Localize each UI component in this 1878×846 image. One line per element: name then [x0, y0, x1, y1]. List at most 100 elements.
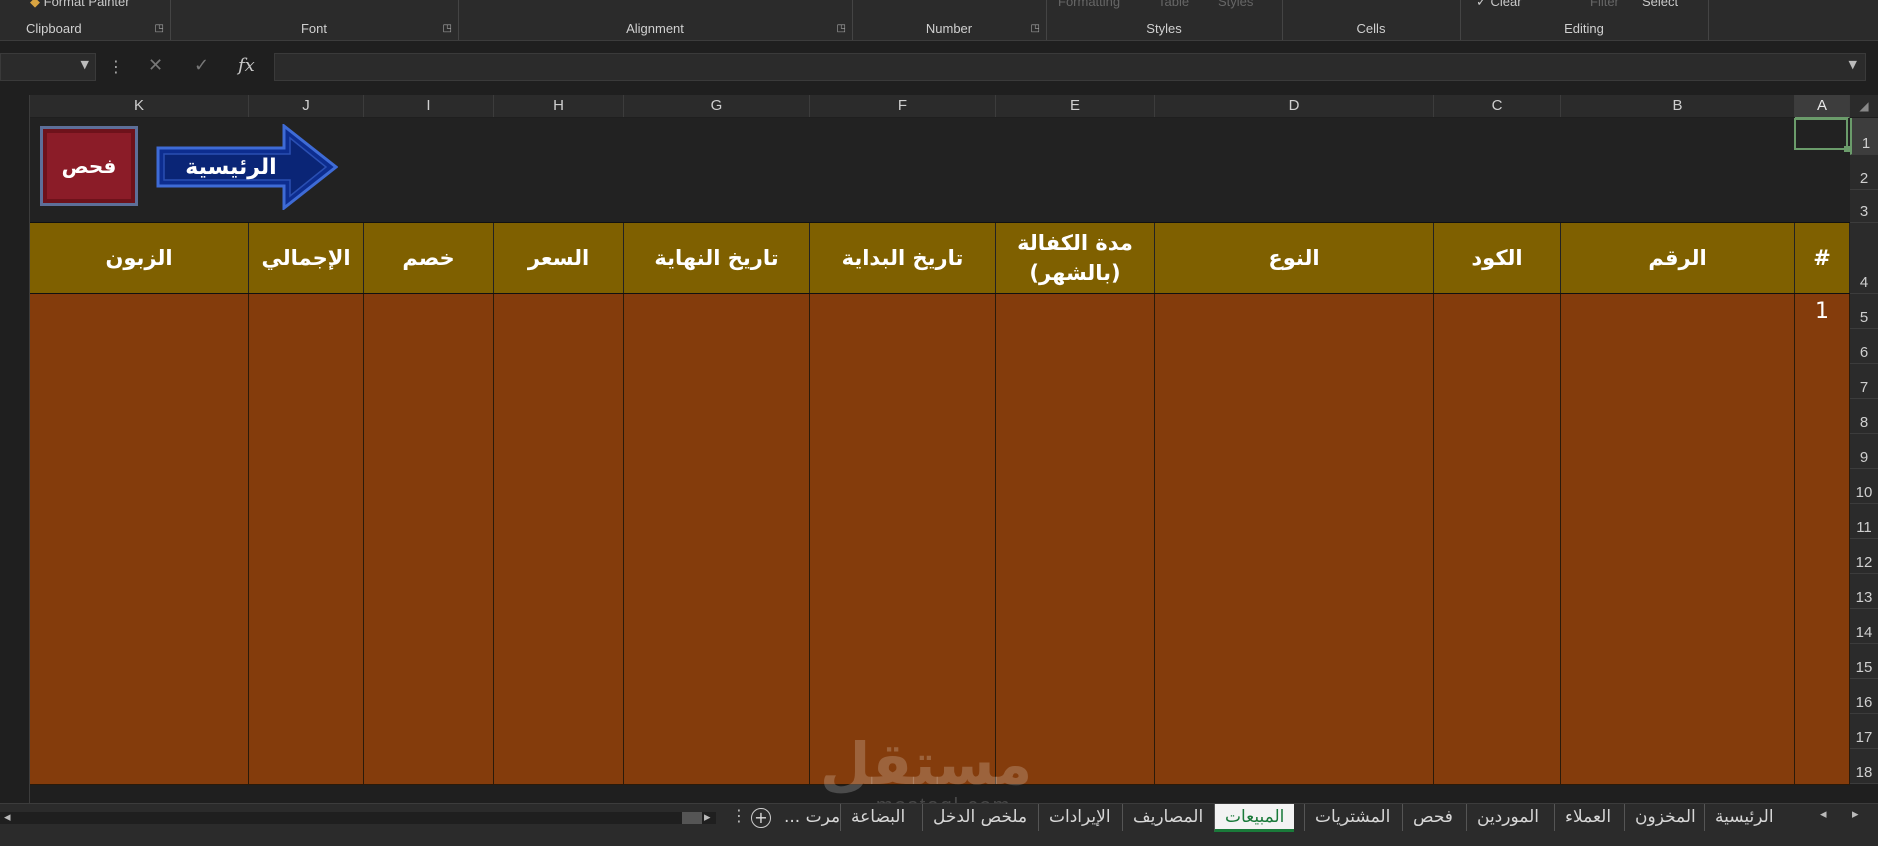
scroll-right-icon[interactable]: ▸ [704, 810, 711, 825]
header-warranty-period[interactable]: مدة الكفالة (بالشهر) [996, 223, 1155, 293]
table-cell[interactable] [810, 329, 996, 364]
table-cell[interactable] [1434, 609, 1561, 644]
table-cell[interactable] [364, 609, 494, 644]
table-cell[interactable] [249, 574, 364, 609]
cancel-icon[interactable]: ✕ [148, 55, 163, 76]
table-cell[interactable] [624, 609, 810, 644]
table-cell[interactable] [494, 539, 624, 574]
row-header-7[interactable]: 7 [1850, 364, 1878, 399]
table-cell[interactable] [810, 294, 996, 329]
number-launcher-icon[interactable]: ◳ [1031, 23, 1040, 34]
tab-purchases[interactable]: المشتريات [1304, 804, 1400, 831]
table-cell[interactable] [1155, 469, 1434, 504]
table-cell[interactable] [996, 399, 1155, 434]
horizontal-scrollbar[interactable]: ◂ ▸ [0, 810, 716, 825]
column-header-b[interactable]: B [1561, 95, 1795, 117]
table-cell[interactable] [1795, 329, 1850, 364]
table-cell[interactable] [1795, 399, 1850, 434]
table-cell[interactable] [494, 644, 624, 679]
table-cell[interactable] [1561, 294, 1795, 329]
tab-revenues[interactable]: الإيرادات [1038, 804, 1121, 831]
table-cell[interactable] [1155, 294, 1434, 329]
column-header-e[interactable]: E [996, 95, 1155, 117]
table-cell[interactable] [1155, 399, 1434, 434]
column-header-d[interactable]: D [1155, 95, 1434, 117]
table-cell[interactable] [1795, 504, 1850, 539]
table-cell[interactable] [494, 399, 624, 434]
table-cell[interactable] [624, 504, 810, 539]
table-cell[interactable] [1434, 644, 1561, 679]
table-cell[interactable] [810, 679, 996, 714]
table-cell[interactable] [1561, 609, 1795, 644]
formula-input[interactable]: ▼ [274, 53, 1866, 81]
select-all-corner[interactable]: ◢ [1850, 95, 1878, 117]
table-cell[interactable] [996, 294, 1155, 329]
table-cell[interactable] [249, 539, 364, 574]
table-cell[interactable] [1434, 399, 1561, 434]
row-number-cell[interactable]: 1 [1795, 294, 1850, 329]
header-total[interactable]: الإجمالي [249, 223, 364, 293]
table-cell[interactable] [249, 329, 364, 364]
table-cell[interactable] [249, 364, 364, 399]
column-header-f[interactable]: F [810, 95, 996, 117]
row-header-12[interactable]: 12 [1850, 539, 1878, 574]
table-cell[interactable] [1561, 399, 1795, 434]
table-cell[interactable] [364, 539, 494, 574]
table-cell[interactable] [810, 539, 996, 574]
table-cell[interactable] [1795, 539, 1850, 574]
table-cell[interactable] [494, 504, 624, 539]
table-cell[interactable] [30, 609, 249, 644]
table-cell[interactable] [996, 504, 1155, 539]
tab-income-summary[interactable]: ملخص الدخل [922, 804, 1037, 831]
header-type[interactable]: النوع [1155, 223, 1434, 293]
table-cell[interactable] [1434, 364, 1561, 399]
table-cell[interactable] [30, 749, 249, 784]
table-cell[interactable] [1795, 644, 1850, 679]
table-cell[interactable] [996, 539, 1155, 574]
table-cell[interactable] [364, 469, 494, 504]
expand-formula-icon[interactable]: ▼ [1849, 58, 1857, 71]
row-header-8[interactable]: 8 [1850, 399, 1878, 434]
home-arrow-button[interactable]: الرئيسية [156, 124, 338, 210]
table-cell[interactable] [1155, 679, 1434, 714]
header-end-date[interactable]: تاريخ النهاية [624, 223, 810, 293]
table-cell[interactable] [1561, 679, 1795, 714]
table-cell[interactable] [30, 539, 249, 574]
table-cell[interactable] [494, 294, 624, 329]
column-header-g[interactable]: G [624, 95, 810, 117]
table-cell[interactable] [364, 749, 494, 784]
table-cell[interactable] [249, 679, 364, 714]
table-cell[interactable] [996, 469, 1155, 504]
clipboard-launcher-icon[interactable]: ◳ [155, 23, 164, 34]
row-header-1[interactable]: 1 [1850, 118, 1878, 155]
table-cell[interactable] [30, 364, 249, 399]
table-cell[interactable] [494, 574, 624, 609]
table-cell[interactable] [1795, 714, 1850, 749]
table-cell[interactable] [1795, 679, 1850, 714]
table-cell[interactable] [1561, 644, 1795, 679]
add-sheet-button[interactable]: + [751, 808, 771, 828]
table-cell[interactable] [996, 644, 1155, 679]
table-cell[interactable] [1795, 364, 1850, 399]
table-cell[interactable] [810, 574, 996, 609]
table-cell[interactable] [30, 294, 249, 329]
column-header-h[interactable]: H [494, 95, 624, 117]
table-cell[interactable] [30, 644, 249, 679]
table-cell[interactable] [249, 714, 364, 749]
table-cell[interactable] [364, 644, 494, 679]
chevron-down-icon[interactable]: ▼ [81, 58, 89, 71]
row-header-14[interactable]: 14 [1850, 609, 1878, 644]
table-cell[interactable] [249, 749, 364, 784]
header-start-date[interactable]: تاريخ البداية [810, 223, 996, 293]
table-cell[interactable] [1561, 574, 1795, 609]
table-cell[interactable] [494, 749, 624, 784]
column-header-j[interactable]: J [249, 95, 364, 117]
font-launcher-icon[interactable]: ◳ [443, 23, 452, 34]
table-cell[interactable] [30, 329, 249, 364]
table-cell[interactable] [1434, 504, 1561, 539]
table-cell[interactable] [1155, 364, 1434, 399]
row-header-18[interactable]: 18 [1850, 749, 1878, 784]
table-cell[interactable] [810, 434, 996, 469]
table-cell[interactable] [249, 294, 364, 329]
table-cell[interactable] [30, 399, 249, 434]
